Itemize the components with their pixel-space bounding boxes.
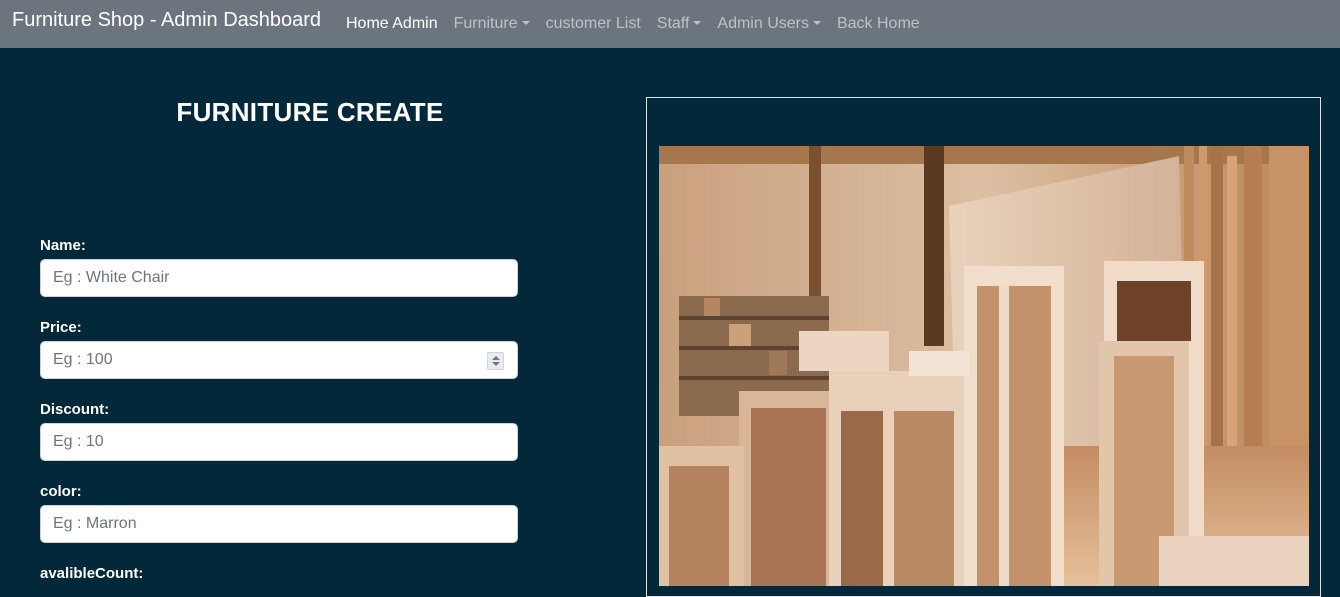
nav-item-staff-dropdown[interactable]: Staff [649,15,710,33]
image-preview-panel [646,97,1321,597]
name-label: Name: [40,237,86,254]
discount-field-wrapper [40,423,518,461]
color-input[interactable] [41,506,517,542]
price-label: Price: [40,319,82,336]
color-field-wrapper [40,505,518,543]
nav-item-label: Admin Users [717,15,809,32]
caret-down-icon [521,21,530,25]
available-count-label: avalibleCount: [40,565,144,582]
nav-item-home-admin[interactable]: Home Admin [338,15,446,33]
nav-item-furniture-dropdown[interactable]: Furniture [446,15,538,33]
number-spinner[interactable] [487,352,504,370]
nav-item-label: Furniture [453,15,518,32]
furniture-showroom-photo [659,146,1309,586]
nav-item-customer-list[interactable]: customer List [538,15,649,33]
price-input[interactable] [41,342,517,378]
page-title: FURNITURE CREATE [176,97,444,127]
spin-up-icon[interactable] [492,356,500,360]
name-input[interactable] [41,260,517,296]
navbar: Furniture Shop - Admin Dashboard Home Ad… [0,0,1340,48]
nav-item-label: Back Home [836,15,920,32]
discount-input[interactable] [41,424,517,460]
caret-down-icon [812,21,821,25]
nav-item-label: customer List [545,15,641,32]
name-field-wrapper [40,259,518,297]
color-label: color: [40,483,82,500]
spin-down-icon[interactable] [492,362,500,366]
nav-item-label: Staff [656,15,690,32]
nav-item-admin-users-dropdown[interactable]: Admin Users [709,15,829,33]
nav-item-back-home[interactable]: Back Home [829,15,928,33]
navbar-brand[interactable]: Furniture Shop - Admin Dashboard [12,9,321,32]
price-field-wrapper [40,341,518,379]
nav-menu: Home Admin Furniture customer List Staff… [338,0,928,48]
discount-label: Discount: [40,401,110,418]
nav-item-label: Home Admin [346,15,438,32]
caret-down-icon [693,21,702,25]
